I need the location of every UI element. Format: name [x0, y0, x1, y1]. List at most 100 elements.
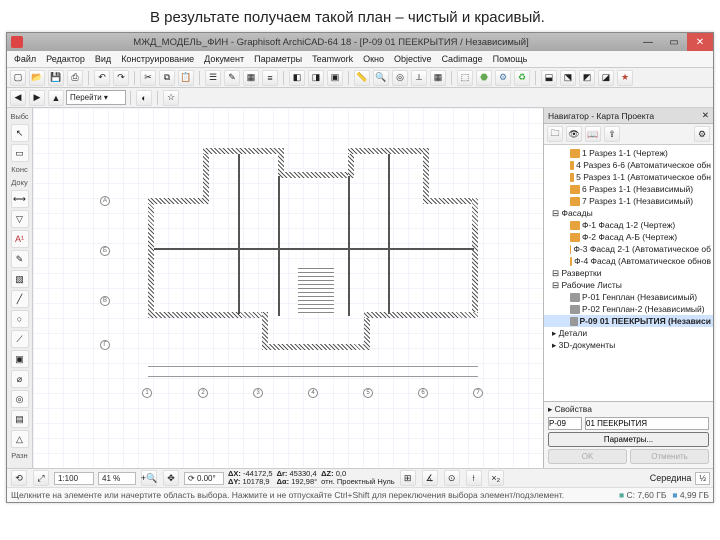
project-map-icon[interactable]: 🗀 [547, 126, 563, 142]
print-icon[interactable]: ⎙ [67, 70, 83, 86]
model-view-icon[interactable]: ⬚ [457, 70, 473, 86]
section-tool-icon[interactable]: ⌀ [11, 370, 29, 388]
level-tool-icon[interactable]: ▽ [11, 210, 29, 228]
snap2-icon[interactable]: ∡ [422, 470, 438, 486]
tree-item[interactable]: Ф-3 Фасад 2-1 (Автоматическое об [544, 243, 713, 255]
open-icon[interactable]: 📂 [29, 70, 45, 86]
copy-icon[interactable]: ⧉ [159, 70, 175, 86]
snap4-icon[interactable]: ⟊ [466, 470, 482, 486]
layers-icon[interactable]: ☰ [205, 70, 221, 86]
view-id-field[interactable] [548, 417, 582, 430]
cut-icon[interactable]: ✂ [140, 70, 156, 86]
menu-cadimage[interactable]: Cadimage [437, 52, 488, 66]
menu-options[interactable]: Параметры [249, 52, 307, 66]
fill-tool-icon[interactable]: ▨ [11, 270, 29, 288]
detail-tool-icon[interactable]: ◎ [11, 390, 29, 408]
scale-field[interactable]: 1:100 [54, 472, 94, 485]
tree-item[interactable]: 5 Разрез 1-1 (Автоматическое обн [544, 171, 713, 183]
snap3-icon[interactable]: ⊙ [444, 470, 460, 486]
ruler-icon[interactable]: ⟂ [411, 70, 427, 86]
angle-field[interactable]: ⟳ 0.00° [184, 472, 224, 485]
drawing-tool-icon[interactable]: ▣ [11, 350, 29, 368]
tree-category[interactable]: ▸ 3D-документы [544, 339, 713, 351]
zones-icon[interactable]: ⬣ [476, 70, 492, 86]
menu-document[interactable]: Документ [199, 52, 249, 66]
tree-item[interactable]: Ф-4 Фасад (Автоматическое обнов [544, 255, 713, 267]
tree-category[interactable]: ⊟ Фасады [544, 207, 713, 219]
tree-item[interactable]: Ф-1 Фасад 1-2 (Чертеж) [544, 219, 713, 231]
menu-design[interactable]: Конструирование [116, 52, 199, 66]
properties-header[interactable]: ▸ Свойства [548, 404, 709, 415]
find-icon[interactable]: 🔍 [373, 70, 389, 86]
nav-up-icon[interactable]: ▲ [48, 90, 64, 106]
menu-editor[interactable]: Редактор [41, 52, 90, 66]
tree-category[interactable]: ⊟ Рабочие Листы [544, 279, 713, 291]
menu-window[interactable]: Окно [358, 52, 389, 66]
view-map-icon[interactable]: 👁 [566, 126, 582, 142]
measure-icon[interactable]: 📏 [354, 70, 370, 86]
toolbox-tab-more[interactable]: Разн [7, 451, 32, 460]
addon2-icon[interactable]: ⬔ [560, 70, 576, 86]
tree-item[interactable]: 7 Разрез 1-1 (Независимый) [544, 195, 713, 207]
eco-icon[interactable]: ♻ [514, 70, 530, 86]
section-icon[interactable]: ◨ [308, 70, 324, 86]
goto-dropdown[interactable]: Перейти ▾ [66, 90, 126, 105]
toolbox-tab-design[interactable]: Конс [7, 165, 32, 174]
marquee-tool-icon[interactable]: ▭ [11, 144, 29, 162]
toolbox-tab-document[interactable]: Доку [7, 178, 32, 187]
orbit-icon[interactable]: ⟲ [11, 470, 27, 486]
dimension-tool-icon[interactable]: ⟷ [11, 190, 29, 208]
polyline-tool-icon[interactable]: ⟋ [11, 330, 29, 348]
grid-icon[interactable]: ▦ [430, 70, 446, 86]
trace-icon[interactable]: ◎ [392, 70, 408, 86]
addon4-icon[interactable]: ◪ [598, 70, 614, 86]
elevation-icon[interactable]: ▣ [327, 70, 343, 86]
text-tool-icon[interactable]: A¹ [11, 230, 29, 248]
linetypes-icon[interactable]: ≡ [262, 70, 278, 86]
label-tool-icon[interactable]: ✎ [11, 250, 29, 268]
menu-help[interactable]: Помощь [488, 52, 533, 66]
tree-item[interactable]: P-09 01 ПЕЕКРЫТИЯ (Независи [544, 315, 713, 327]
drawing-canvas[interactable]: 1 2 3 4 5 6 7 А Б В Г [33, 108, 543, 468]
nav-back-icon[interactable]: ◀ [10, 90, 26, 106]
zoom-dropdown-icon[interactable]: +🔍 [141, 470, 157, 486]
menu-view[interactable]: Вид [90, 52, 116, 66]
save-icon[interactable]: 💾 [48, 70, 64, 86]
arrow-tool-icon[interactable]: ↖ [11, 124, 29, 142]
redo-icon[interactable]: ↷ [113, 70, 129, 86]
close-button[interactable]: ✕ [687, 33, 713, 51]
tree-category[interactable]: ▸ Детали [544, 327, 713, 339]
publisher-icon[interactable]: ⇪ [604, 126, 620, 142]
tree-item[interactable]: P-02 Генплан-2 (Независимый) [544, 303, 713, 315]
maximize-button[interactable]: ▭ [661, 33, 687, 51]
mep-icon[interactable]: ⚙ [495, 70, 511, 86]
snap-ratio[interactable]: ½ [695, 472, 710, 485]
menu-objective[interactable]: Objective [389, 52, 437, 66]
panel-close-icon[interactable]: ✕ [702, 110, 709, 121]
snap5-icon[interactable]: ×₂ [488, 470, 504, 486]
toolbox-tab-select[interactable]: Выбс [7, 112, 32, 121]
tree-options-icon[interactable]: ⚙ [694, 126, 710, 142]
zoom-field[interactable]: 41 % [98, 472, 136, 485]
addon-icon[interactable]: ⬓ [541, 70, 557, 86]
circle-tool-icon[interactable]: ○ [11, 310, 29, 328]
params-button[interactable]: Параметры... [548, 432, 709, 447]
3d-icon[interactable]: ◧ [289, 70, 305, 86]
tree-item[interactable]: Ф-2 Фасад А-Б (Чертеж) [544, 231, 713, 243]
undo-icon[interactable]: ↶ [94, 70, 110, 86]
layout-book-icon[interactable]: 📖 [585, 126, 601, 142]
tree-item[interactable]: 6 Разрез 1-1 (Независимый) [544, 183, 713, 195]
minimize-button[interactable]: ― [635, 33, 661, 51]
nav-fwd-icon[interactable]: ▶ [29, 90, 45, 106]
line-tool-icon[interactable]: ╱ [11, 290, 29, 308]
tree-item[interactable]: 4 Разрез 6-6 (Автоматическое обн [544, 159, 713, 171]
paste-icon[interactable]: 📋 [178, 70, 194, 86]
pens-icon[interactable]: ✎ [224, 70, 240, 86]
addon3-icon[interactable]: ◩ [579, 70, 595, 86]
menu-file[interactable]: Файл [9, 52, 41, 66]
favorites-icon[interactable]: ☆ [163, 90, 179, 106]
tree-category[interactable]: ⊟ Развертки [544, 267, 713, 279]
partial-display-icon[interactable]: ◐ [136, 90, 152, 106]
navigator-tree[interactable]: 1 Разрез 1-1 (Чертеж)4 Разрез 6-6 (Автом… [544, 145, 713, 401]
tree-item[interactable]: 1 Разрез 1-1 (Чертеж) [544, 147, 713, 159]
